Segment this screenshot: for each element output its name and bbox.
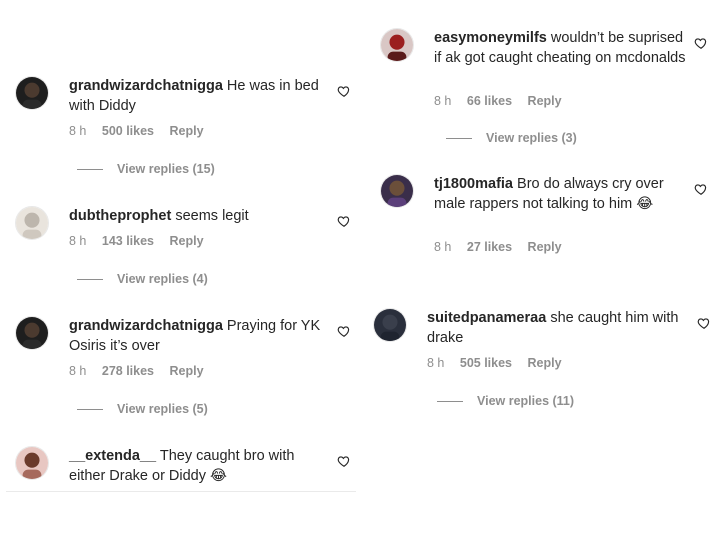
right-comments-panel: easymoneymilfs wouldn’t be suprised if a… (360, 0, 720, 539)
avatar[interactable] (15, 76, 49, 110)
avatar[interactable] (373, 308, 407, 342)
comment-item: grandwizardchatnigga Praying for YK Osir… (15, 316, 355, 416)
username-link[interactable]: grandwizardchatnigga (69, 78, 223, 94)
view-replies-button[interactable]: View replies (15) (77, 162, 215, 176)
comment-text: dubtheprophet seems legit (69, 206, 329, 226)
view-replies-button[interactable]: View replies (5) (77, 402, 208, 416)
reply-button[interactable]: Reply (170, 124, 204, 138)
view-replies-button[interactable]: View replies (3) (446, 131, 577, 145)
heart-outline-icon[interactable] (694, 182, 708, 196)
avatar[interactable] (15, 206, 49, 240)
comment-meta: 8 h 505 likes Reply (427, 356, 574, 370)
timestamp: 8 h (69, 234, 87, 248)
reply-button[interactable]: Reply (528, 356, 562, 370)
likes-count[interactable]: 505 likes (460, 356, 512, 370)
username-link[interactable]: easymoneymilfs (434, 30, 547, 46)
comment-text: grandwizardchatnigga He was in bed with … (69, 76, 329, 116)
username-link[interactable]: suitedpanameraa (427, 310, 546, 326)
comment-meta: 8 h 27 likes Reply (434, 240, 574, 254)
timestamp: 8 h (427, 356, 445, 370)
username-link[interactable]: grandwizardchatnigga (69, 318, 223, 334)
heart-outline-icon[interactable] (694, 36, 708, 50)
reply-button[interactable]: Reply (528, 240, 562, 254)
likes-count[interactable]: 27 likes (467, 240, 512, 254)
replies-divider-line (446, 138, 472, 140)
likes-count[interactable]: 278 likes (102, 364, 154, 378)
heart-outline-icon[interactable] (337, 454, 351, 468)
comment-item: easymoneymilfs wouldn’t be suprised if a… (380, 28, 720, 148)
likes-count[interactable]: 143 likes (102, 234, 154, 248)
comment-text: tj1800mafia Bro do always cry over male … (434, 174, 694, 214)
view-replies-label: View replies (5) (117, 402, 208, 416)
view-replies-label: View replies (3) (486, 131, 577, 145)
view-replies-button[interactable]: View replies (11) (437, 394, 574, 408)
comment-body: seems legit (175, 208, 249, 224)
view-replies-label: View replies (15) (117, 162, 215, 176)
avatar[interactable] (15, 316, 49, 350)
view-replies-button[interactable]: View replies (4) (77, 272, 208, 286)
comment-item: dubtheprophet seems legit 8 h 143 likes … (15, 206, 355, 296)
replies-divider-line (77, 409, 103, 411)
avatar[interactable] (380, 28, 414, 62)
view-replies-label: View replies (4) (117, 272, 208, 286)
username-link[interactable]: __extenda__ (69, 448, 156, 464)
comment-meta: 8 h 143 likes Reply (69, 234, 216, 248)
left-comments-panel: grandwizardchatnigga He was in bed with … (0, 0, 360, 539)
comment-item: grandwizardchatnigga He was in bed with … (15, 76, 355, 176)
comment-text: grandwizardchatnigga Praying for YK Osir… (69, 316, 329, 356)
avatar[interactable] (15, 446, 49, 480)
comment-item: tj1800mafia Bro do always cry over male … (380, 174, 720, 264)
comment-text: __extenda__ They caught bro with either … (69, 446, 329, 486)
heart-outline-icon[interactable] (337, 324, 351, 338)
comment-meta: 8 h 278 likes Reply (69, 364, 216, 378)
view-replies-label: View replies (11) (477, 394, 575, 408)
comment-text: easymoneymilfs wouldn’t be suprised if a… (434, 28, 694, 68)
replies-divider-line (437, 401, 463, 403)
username-link[interactable]: dubtheprophet (69, 208, 171, 224)
replies-divider-line (77, 279, 103, 281)
bottom-divider (6, 491, 356, 492)
comment-text: suitedpanameraa she caught him with drak… (427, 308, 687, 348)
comment-meta: 8 h 500 likes Reply (69, 124, 216, 138)
reply-button[interactable]: Reply (528, 94, 562, 108)
username-link[interactable]: tj1800mafia (434, 176, 513, 192)
timestamp: 8 h (69, 124, 87, 138)
comment-item: suitedpanameraa she caught him with drak… (373, 308, 713, 418)
heart-outline-icon[interactable] (337, 214, 351, 228)
timestamp: 8 h (69, 364, 87, 378)
avatar[interactable] (380, 174, 414, 208)
timestamp: 8 h (434, 94, 452, 108)
likes-count[interactable]: 500 likes (102, 124, 154, 138)
likes-count[interactable]: 66 likes (467, 94, 512, 108)
replies-divider-line (77, 169, 103, 171)
comment-meta: 8 h 66 likes Reply (434, 94, 574, 108)
comment-item: __extenda__ They caught bro with either … (15, 446, 355, 490)
heart-outline-icon[interactable] (337, 84, 351, 98)
timestamp: 8 h (434, 240, 452, 254)
heart-outline-icon[interactable] (697, 316, 711, 330)
reply-button[interactable]: Reply (170, 234, 204, 248)
reply-button[interactable]: Reply (170, 364, 204, 378)
